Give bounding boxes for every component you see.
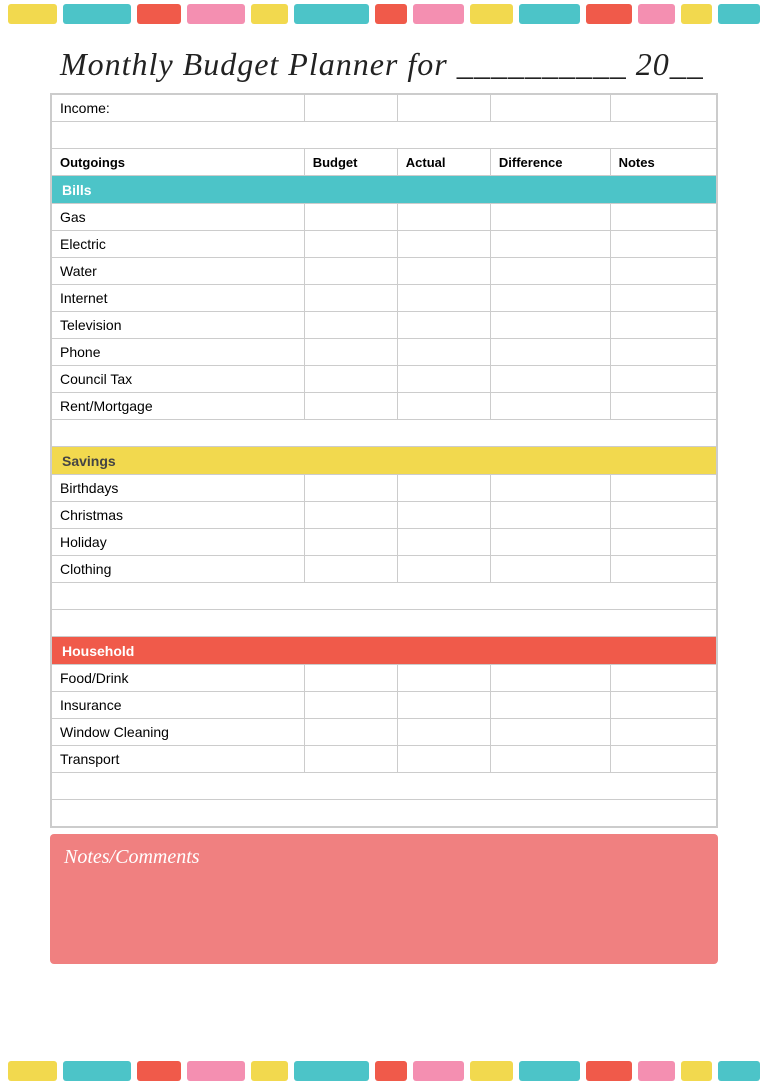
bills-water: Water xyxy=(52,258,717,285)
deco-block xyxy=(187,1061,245,1081)
savings-christmas: Christmas xyxy=(52,502,717,529)
household-transport-label: Transport xyxy=(52,746,305,773)
deco-block xyxy=(638,1061,675,1081)
household-window-cleaning: Window Cleaning xyxy=(52,719,717,746)
bills-council-tax-label: Council Tax xyxy=(52,366,305,393)
savings-label: Savings xyxy=(52,447,717,475)
bills-phone: Phone xyxy=(52,339,717,366)
spacer-row-6 xyxy=(52,800,717,827)
spacer-row-5 xyxy=(52,773,717,800)
notes-section: Notes/Comments xyxy=(50,834,718,964)
header-actual: Actual xyxy=(397,149,490,176)
household-transport: Transport xyxy=(52,746,717,773)
bills-television-label: Television xyxy=(52,312,305,339)
savings-section-header: Savings xyxy=(52,447,717,475)
savings-christmas-label: Christmas xyxy=(52,502,305,529)
deco-block xyxy=(294,4,369,24)
header-notes: Notes xyxy=(610,149,716,176)
deco-block xyxy=(638,4,675,24)
bills-gas-label: Gas xyxy=(52,204,305,231)
household-food-drink-label: Food/Drink xyxy=(52,665,305,692)
bills-water-label: Water xyxy=(52,258,305,285)
bills-gas: Gas xyxy=(52,204,717,231)
bills-electric: Electric xyxy=(52,231,717,258)
household-insurance-label: Insurance xyxy=(52,692,305,719)
savings-birthdays-label: Birthdays xyxy=(52,475,305,502)
bills-internet-label: Internet xyxy=(52,285,305,312)
deco-block xyxy=(375,1061,407,1081)
household-food-drink: Food/Drink xyxy=(52,665,717,692)
deco-block xyxy=(294,1061,369,1081)
spacer-row-4 xyxy=(52,610,717,637)
bills-internet: Internet xyxy=(52,285,717,312)
bills-phone-label: Phone xyxy=(52,339,305,366)
bills-television: Television xyxy=(52,312,717,339)
bills-section-header: Bills xyxy=(52,176,717,204)
household-section-header: Household xyxy=(52,637,717,665)
deco-block xyxy=(375,4,407,24)
spacer-row-3 xyxy=(52,583,717,610)
deco-block xyxy=(137,4,181,24)
deco-block xyxy=(251,1061,288,1081)
spacer-row-2 xyxy=(52,420,717,447)
household-insurance: Insurance xyxy=(52,692,717,719)
deco-block xyxy=(63,1061,131,1081)
income-label: Income: xyxy=(52,95,305,122)
bills-rent-mortgage-label: Rent/Mortgage xyxy=(52,393,305,420)
deco-block xyxy=(413,1061,464,1081)
savings-clothing: Clothing xyxy=(52,556,717,583)
header-outgoings: Outgoings xyxy=(52,149,305,176)
deco-block xyxy=(681,1061,712,1081)
deco-block xyxy=(413,4,464,24)
spacer-row-1 xyxy=(52,122,717,149)
deco-block xyxy=(718,1061,760,1081)
deco-block xyxy=(63,4,131,24)
page-title: Monthly Budget Planner for __________ 20… xyxy=(60,46,708,83)
deco-bar-bottom xyxy=(0,1057,768,1085)
savings-holiday-label: Holiday xyxy=(52,529,305,556)
title-area: Monthly Budget Planner for __________ 20… xyxy=(0,28,768,93)
deco-block xyxy=(470,1061,512,1081)
savings-birthdays: Birthdays xyxy=(52,475,717,502)
deco-block xyxy=(187,4,245,24)
header-budget: Budget xyxy=(304,149,397,176)
savings-clothing-label: Clothing xyxy=(52,556,305,583)
deco-block xyxy=(251,4,288,24)
bills-label: Bills xyxy=(52,176,717,204)
deco-block xyxy=(586,4,632,24)
income-row: Income: xyxy=(52,95,717,122)
deco-bar-top xyxy=(0,0,768,28)
deco-block xyxy=(519,4,580,24)
page: Monthly Budget Planner for __________ 20… xyxy=(0,0,768,1085)
deco-block xyxy=(718,4,760,24)
deco-block xyxy=(137,1061,181,1081)
savings-holiday: Holiday xyxy=(52,529,717,556)
bills-electric-label: Electric xyxy=(52,231,305,258)
deco-block xyxy=(586,1061,632,1081)
column-headers: Outgoings Budget Actual Difference Notes xyxy=(52,149,717,176)
deco-block xyxy=(681,4,712,24)
notes-label: Notes/Comments xyxy=(64,846,704,869)
deco-block xyxy=(8,1061,57,1081)
bills-rent-mortgage: Rent/Mortgage xyxy=(52,393,717,420)
budget-table-container: Income: Outgoings Budget Actual Differen… xyxy=(50,93,718,828)
household-label: Household xyxy=(52,637,717,665)
deco-block xyxy=(8,4,57,24)
bills-council-tax: Council Tax xyxy=(52,366,717,393)
household-window-cleaning-label: Window Cleaning xyxy=(52,719,305,746)
deco-block xyxy=(519,1061,580,1081)
budget-table: Income: Outgoings Budget Actual Differen… xyxy=(51,94,717,827)
header-difference: Difference xyxy=(490,149,610,176)
deco-block xyxy=(470,4,512,24)
